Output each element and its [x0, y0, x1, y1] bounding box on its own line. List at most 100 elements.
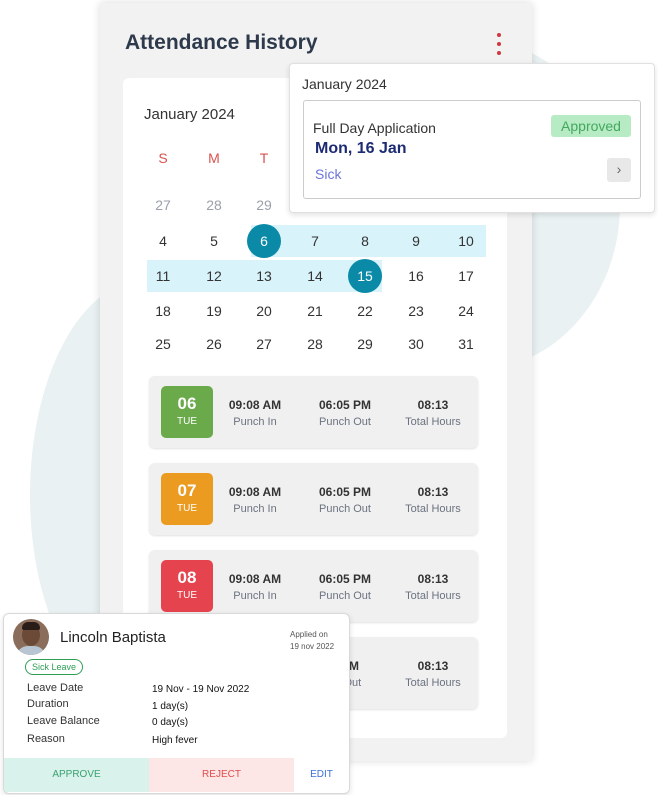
punch-out-col: 06:05 PM Punch Out	[300, 572, 390, 602]
punch-in-time: 09:08 AM	[228, 398, 282, 412]
calendar-day[interactable]: 29	[348, 327, 382, 361]
reject-button[interactable]: REJECT	[149, 758, 294, 792]
total-hours: 08:13	[417, 485, 449, 499]
calendar-day[interactable]: 20	[247, 294, 281, 328]
total-hours: 08:13	[417, 659, 449, 673]
record-weekday: TUE	[177, 590, 197, 601]
punch-in-label: Punch In	[233, 416, 277, 428]
applied-date: 19 nov 2022	[290, 642, 335, 651]
total-hours-col: 08:13 Total Hours	[388, 485, 478, 515]
calendar-day[interactable]: 16	[399, 259, 433, 293]
calendar-day[interactable]: 9	[399, 224, 433, 258]
calendar-day[interactable]: 27	[247, 327, 281, 361]
application-card[interactable]: Full Day Application Approved Mon, 16 Ja…	[303, 100, 641, 199]
date-badge: 07 TUE	[161, 473, 213, 525]
record-weekday: TUE	[177, 503, 197, 514]
employee-name: Lincoln Baptista	[60, 629, 166, 646]
leave-balance-label: Leave Balance	[27, 715, 100, 727]
calendar-day[interactable]: 29	[247, 188, 281, 222]
applied-info: Applied on 19 nov 2022	[290, 629, 334, 653]
calendar-month: January 2024	[144, 106, 235, 123]
record-day: 06	[177, 394, 197, 413]
chevron-right-icon[interactable]: ›	[607, 158, 631, 182]
calendar-day[interactable]: 30	[399, 327, 433, 361]
leave-date-value: 19 Nov - 19 Nov 2022	[152, 684, 250, 695]
application-date: Mon, 16 Jan	[315, 140, 407, 157]
calendar-day[interactable]: 19	[197, 294, 231, 328]
attendance-record[interactable]: 08 TUE 09:08 AM Punch In 06:05 PM Punch Out 08…	[149, 550, 478, 622]
duration-value: 1 day(s)	[152, 701, 189, 712]
calendar-day[interactable]: 13	[247, 259, 281, 293]
calendar-day[interactable]: 26	[197, 327, 231, 361]
total-hours-label: Total Hours	[405, 416, 461, 428]
total-hours: 08:13	[417, 398, 449, 412]
punch-in-label: Punch In	[233, 590, 277, 602]
total-hours-label: Total Hours	[405, 590, 461, 602]
leave-request-card: Lincoln Baptista Applied on 19 nov 2022 …	[3, 613, 350, 794]
record-day: 07	[177, 481, 197, 500]
punch-out-label: Punch Out	[319, 590, 371, 602]
attendance-record[interactable]: 07 TUE 09:08 AM Punch In 06:05 PM Punch Out 08…	[149, 463, 478, 535]
reason-label: Reason	[27, 733, 65, 745]
calendar-day[interactable]: 8	[348, 224, 382, 258]
punch-out-col: 06:05 PM Punch Out	[300, 485, 390, 515]
approve-button[interactable]: APPROVE	[4, 758, 149, 792]
calendar-day[interactable]: 31	[449, 327, 483, 361]
punch-in-col: 09:08 AM Punch In	[210, 398, 300, 428]
weekday-label: T	[259, 150, 269, 166]
punch-out-time: 06:05 PM	[318, 485, 372, 499]
calendar-day[interactable]: 6	[247, 224, 281, 258]
total-hours-col: 08:13 Total Hours	[388, 659, 478, 689]
punch-in-label: Punch In	[233, 503, 277, 515]
calendar-day[interactable]: 24	[449, 294, 483, 328]
punch-out-label: Punch Out	[319, 416, 371, 428]
calendar-day[interactable]: 18	[146, 294, 180, 328]
total-hours: 08:13	[417, 572, 449, 586]
avatar	[13, 619, 49, 655]
punch-out-time: 06:05 PM	[318, 398, 372, 412]
calendar-day[interactable]: 14	[298, 259, 332, 293]
leave-date-label: Leave Date	[27, 682, 84, 694]
record-day: 08	[177, 568, 197, 587]
leave-popup: January 2024 Full Day Application Approv…	[289, 63, 655, 213]
calendar-day[interactable]: 11	[146, 259, 180, 293]
calendar-day[interactable]: 4	[146, 224, 180, 258]
record-weekday: TUE	[177, 416, 197, 427]
leave-balance-value: 0 day(s)	[152, 717, 189, 728]
duration-label: Duration	[27, 698, 69, 710]
calendar-day[interactable]: 22	[348, 294, 382, 328]
more-options-icon[interactable]	[494, 33, 504, 59]
leave-type-tag: Sick Leave	[25, 659, 84, 675]
application-type: Full Day Application	[313, 120, 436, 136]
punch-in-time: 09:08 AM	[228, 572, 282, 586]
total-hours-col: 08:13 Total Hours	[388, 398, 478, 428]
calendar-day[interactable]: 28	[298, 327, 332, 361]
weekday-label: S	[158, 150, 168, 166]
calendar-day[interactable]: 21	[298, 294, 332, 328]
punch-in-time: 09:08 AM	[228, 485, 282, 499]
date-badge: 08 TUE	[161, 560, 213, 612]
application-reason: Sick	[315, 166, 342, 182]
calendar-day[interactable]: 10	[449, 224, 483, 258]
calendar-day[interactable]: 28	[197, 188, 231, 222]
punch-out-label: Punch Out	[319, 503, 371, 515]
calendar-day[interactable]: 27	[146, 188, 180, 222]
punch-out-time: 06:05 PM	[318, 572, 372, 586]
status-badge: Approved	[551, 115, 631, 137]
punch-in-col: 09:08 AM Punch In	[210, 572, 300, 602]
calendar-day[interactable]: 17	[449, 259, 483, 293]
page-title: Attendance History	[125, 31, 318, 54]
calendar-day[interactable]: 5	[197, 224, 231, 258]
total-hours-col: 08:13 Total Hours	[388, 572, 478, 602]
calendar-day[interactable]: 12	[197, 259, 231, 293]
calendar-day[interactable]: 25	[146, 327, 180, 361]
calendar-day[interactable]: 23	[399, 294, 433, 328]
date-badge: 06 TUE	[161, 386, 213, 438]
calendar-day[interactable]: 15	[348, 259, 382, 293]
calendar-day[interactable]: 7	[298, 224, 332, 258]
weekday-label: M	[208, 150, 220, 166]
attendance-record[interactable]: 06 TUE 09:08 AM Punch In 06:05 PM Punch Out 08…	[149, 376, 478, 448]
applied-label: Applied on	[290, 630, 328, 639]
total-hours-label: Total Hours	[405, 677, 461, 689]
edit-button[interactable]: EDIT	[294, 758, 349, 792]
